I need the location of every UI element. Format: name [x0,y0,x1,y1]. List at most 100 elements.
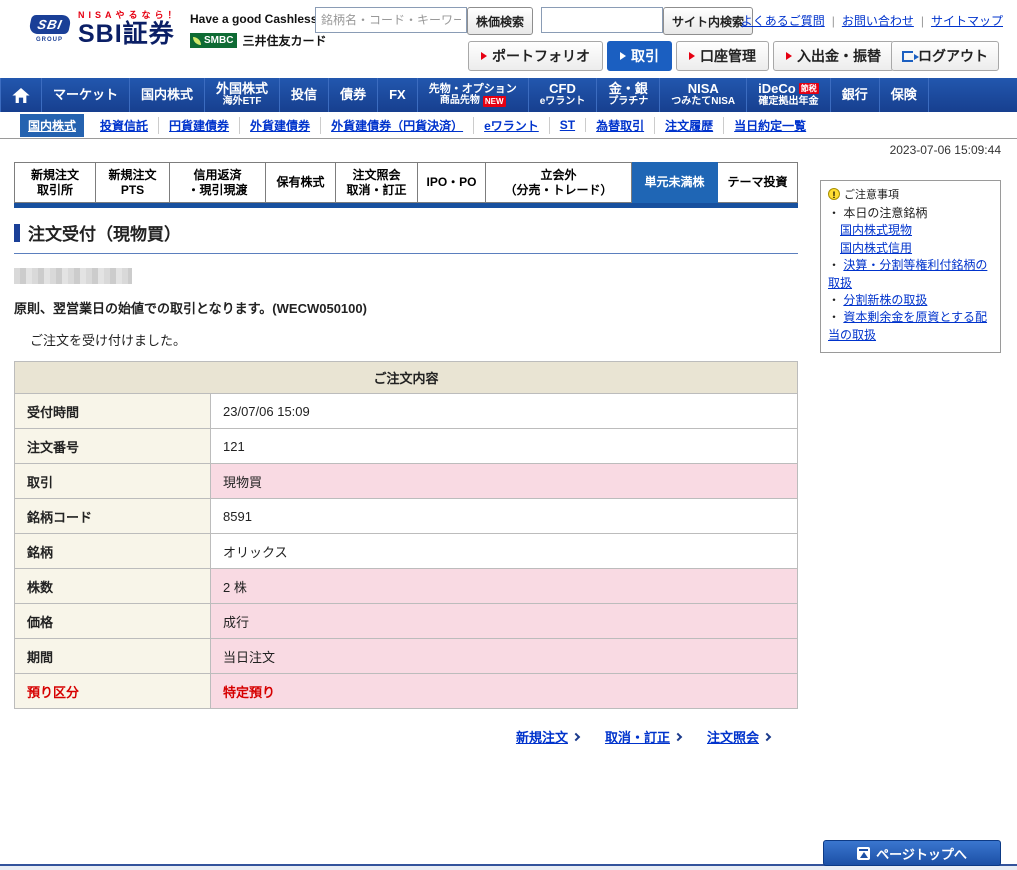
brand-text: NISAやるなら！ SBI証券 [78,8,181,47]
sbi-logo[interactable]: SBI GROUP NISAやるなら！ SBI証券 [30,8,181,47]
nav-futures-options[interactable]: 先物・オプション 商品先物 NEW [418,78,529,112]
chevron-right-icon [572,732,580,740]
tab-new-order-pts[interactable]: 新規注文PTS [96,162,170,203]
trade-button[interactable]: 取引 [607,41,672,71]
sidebar-title: ! ご注意事項 [828,186,993,202]
ad-text: Have a good Cashless. [190,12,310,26]
order-notice: 原則、翌営業日の始値での取引となります。(WECW050100) [14,298,798,317]
subnav-ewarrant[interactable]: eワラント [474,117,550,134]
subnav-order-history[interactable]: 注文履歴 [655,117,724,134]
subnav-domestic-stock[interactable]: 国内株式 [20,114,84,137]
subnav-today-executions[interactable]: 当日約定一覧 [724,117,816,134]
deposit-withdraw-button[interactable]: 入出金・振替 [773,41,894,71]
brand-name: SBI証券 [78,22,181,47]
tab-new-order-exchange[interactable]: 新規注文取引所 [14,162,96,203]
tab-order-inquiry[interactable]: 注文照会取消・訂正 [336,162,418,203]
arrow-icon [786,52,792,60]
nav-bank[interactable]: 銀行 [831,78,880,112]
cancel-correct-link[interactable]: 取消・訂正 [605,727,681,746]
smbc-card-name: 三井住友カード [242,32,326,49]
sbi-group-icon: SBI GROUP [30,13,72,43]
chevron-right-icon [763,732,771,740]
sub-nav: 国内株式 投資信託 円貨建債券 外貨建債券 外貨建債券（円貨決済） eワラント … [0,112,1017,139]
tax-badge: 節税 [799,83,819,94]
table-row: 期間 当日注文 [15,639,798,674]
site-search-button[interactable]: サイト内検索 [663,7,753,35]
account-mgmt-button[interactable]: 口座管理 [676,41,769,71]
page: SBI GROUP NISAやるなら！ SBI証券 Have a good Ca… [0,0,1017,870]
content-footer-links: 新規注文 取消・訂正 注文照会 [14,727,798,746]
stock-search-button[interactable]: 株価検索 [467,7,533,35]
warning-icon: ! [828,188,840,200]
nav-home[interactable] [0,78,42,112]
chevron-right-icon [674,732,682,740]
nav-market[interactable]: マーケット [42,78,130,112]
table-row: 取引 現物買 [15,464,798,499]
nav-gold-silver[interactable]: 金・銀 プラチナ [597,78,660,112]
tab-margin-repayment[interactable]: 信用返済・現引現渡 [170,162,266,203]
arrow-icon [689,52,695,60]
nav-fx[interactable]: FX [378,78,418,112]
page-title: 注文受付（現物買） [14,220,798,254]
nav-domestic-stock[interactable]: 国内株式 [130,78,205,112]
arrow-up-icon [857,847,870,860]
link-separator: | [921,14,924,28]
subnav-foreign-bonds-yen[interactable]: 外貨建債券（円貨決済） [321,117,474,134]
page-top-button[interactable]: ページトップへ [823,840,1001,866]
link-separator: | [832,14,835,28]
main-content: 注文受付（現物買） 原則、翌営業日の始値での取引となります。(WECW05010… [14,220,798,746]
tab-off-auction[interactable]: 立会外（分売・トレード） [486,162,632,203]
stock-search-input[interactable] [315,7,467,33]
subnav-investment-trust[interactable]: 投資信託 [90,117,159,134]
nav-funds[interactable]: 投信 [280,78,329,112]
nav-insurance[interactable]: 保険 [880,78,929,112]
smbc-logo-icon: SMBC [190,33,237,48]
tab-ipo-po[interactable]: IPO・PO [418,162,486,203]
subnav-yen-bonds[interactable]: 円貨建債券 [159,117,240,134]
tab-odd-lot[interactable]: 単元未満株 [632,162,718,203]
tab-underbar [14,203,798,208]
header-links: よくあるご質問 | お問い合わせ | サイトマップ [741,12,1003,29]
table-row: 価格 成行 [15,604,798,639]
table-title: ご注文内容 [15,362,798,394]
title-bar-icon [14,224,20,242]
subnav-foreign-bonds[interactable]: 外貨建債券 [240,117,321,134]
sidebar-link-capital-surplus-dividend[interactable]: ・ 資本剰余金を原資とする配当の取扱 [828,309,993,344]
faq-link[interactable]: よくあるご質問 [741,12,825,29]
header: SBI GROUP NISAやるなら！ SBI証券 Have a good Ca… [0,0,1017,78]
subnav-st[interactable]: ST [550,118,586,132]
tab-held-stocks[interactable]: 保有株式 [266,162,336,203]
nav-nisa[interactable]: NISA つみたてNISA [660,78,747,112]
order-inquiry-link[interactable]: 注文照会 [707,727,770,746]
site-search-input[interactable] [541,7,663,33]
sidebar-link-rights-handling[interactable]: ・ 決算・分割等権利付銘柄の取扱 [828,257,993,292]
nav-foreign-stock[interactable]: 外国株式 海外ETF [205,78,280,112]
table-row: 銘柄 オリックス [15,534,798,569]
table-row: 銘柄コード 8591 [15,499,798,534]
order-detail-table: ご注文内容 受付時間 23/07/06 15:09 注文番号 121 取引 現物… [14,361,798,709]
nav-ideco[interactable]: iDeCo 節税 確定拠出年金 [747,78,831,112]
new-badge: NEW [483,96,506,107]
logout-button[interactable]: ログアウト [891,41,999,71]
sidebar-link-domestic-cash[interactable]: 国内株式現物 [828,222,993,239]
subnav-forex[interactable]: 為替取引 [586,117,655,134]
sidebar-link-domestic-margin[interactable]: 国内株式信用 [828,240,993,257]
contact-link[interactable]: お問い合わせ [842,12,914,29]
sidebar-link-split-shares[interactable]: ・ 分割新株の取扱 [828,292,993,309]
search-area: 株価検索 サイト内検索 [315,7,753,35]
new-order-link[interactable]: 新規注文 [516,727,579,746]
redacted-stock-name [14,268,132,284]
portfolio-button[interactable]: ポートフォリオ [468,41,603,71]
order-tabbar: 新規注文取引所 新規注文PTS 信用返済・現引現渡 保有株式 注文照会取消・訂正… [14,162,798,208]
arrow-icon [481,52,487,60]
smbc-ad-banner[interactable]: Have a good Cashless. SMBC 三井住友カード [190,12,310,49]
sitemap-link[interactable]: サイトマップ [931,12,1003,29]
notice-sidebar: ! ご注意事項 ・ 本日の注意銘柄 国内株式現物 国内株式信用 ・ 決算・分割等… [820,180,1001,353]
sidebar-item: ・ 本日の注意銘柄 [828,205,993,222]
nav-bonds[interactable]: 債券 [329,78,378,112]
server-timestamp: 2023-07-06 15:09:44 [890,143,1001,157]
nav-cfd[interactable]: CFD eワラント [529,78,598,112]
arrow-icon [620,52,626,60]
table-row: 預り区分 特定預り [15,674,798,709]
tab-theme-invest[interactable]: テーマ投資 [718,162,798,203]
